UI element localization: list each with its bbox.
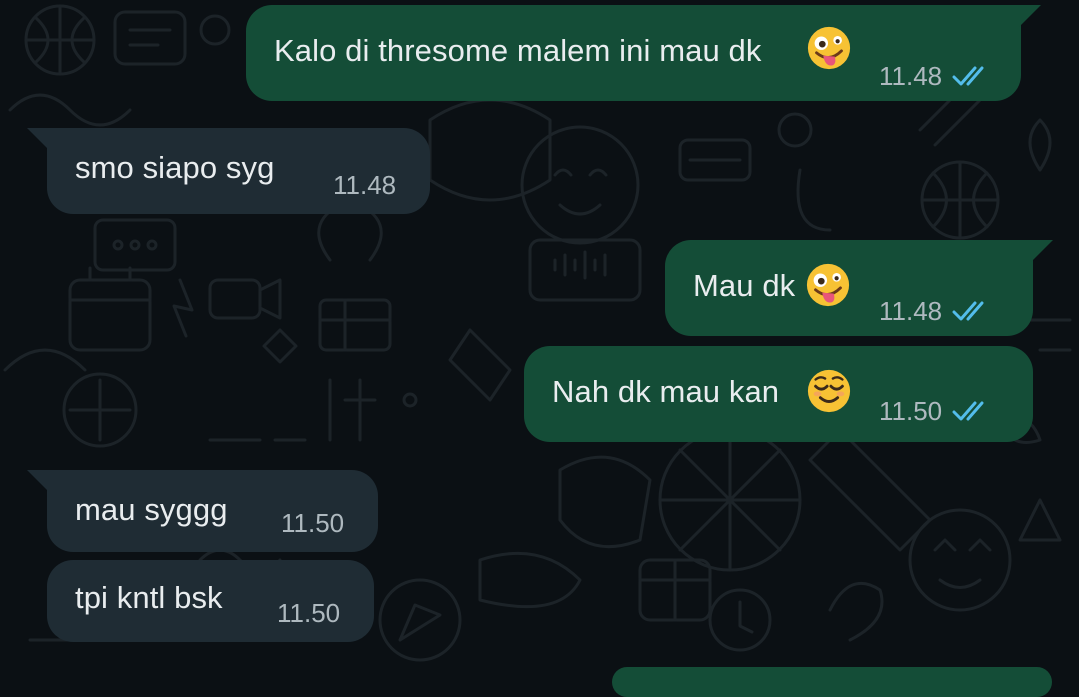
message-list[interactable]: Kalo di thresome malem ini mau dk 11.48 … [0,0,1079,697]
message-text: tpi kntl bsk [75,580,223,615]
message-text: Mau dk [693,268,796,303]
message-text: Kalo di thresome malem ini mau dk [274,33,762,68]
message-meta: 11.50 [879,396,994,426]
read-receipt-double-check-icon [952,66,984,86]
bubble-tail [27,470,49,492]
message-bubble-outgoing[interactable]: Mau dk 11.48 [665,240,1053,336]
message-time: 11.50 [879,396,943,426]
bubble-tail [27,128,49,150]
bubble-tail [1019,5,1041,27]
message-time: 11.48 [333,170,397,200]
message-bubble-incoming[interactable]: smo siapo syg 11.48 [27,128,430,214]
zany-face-emoji-icon [807,26,851,70]
message-meta: 11.48 [879,296,994,326]
bubble-tail [1031,240,1053,262]
read-receipt-double-check-icon [952,301,984,321]
message-text: mau syggg [75,492,228,527]
message-meta: 11.50 [277,598,340,628]
message-text: smo siapo syg [75,150,275,185]
message-bubble-outgoing[interactable]: Kalo di thresome malem ini mau dk 11.48 [246,5,1041,101]
read-receipt-double-check-icon [952,401,984,421]
message-time: 11.48 [879,296,943,326]
message-bubble-outgoing-partial[interactable] [612,667,1052,697]
zany-face-emoji-icon [806,263,850,307]
message-bubble-outgoing[interactable]: Nah dk mau kan 11.50 [524,346,1033,442]
relieved-face-emoji-icon [807,369,851,413]
message-time: 11.50 [281,508,345,538]
message-meta: 11.48 [333,170,396,200]
message-meta: 11.48 [879,61,994,91]
message-meta: 11.50 [281,508,344,538]
message-time: 11.48 [879,61,943,91]
message-bubble-incoming[interactable]: mau syggg 11.50 [27,470,378,552]
message-bubble-incoming[interactable]: tpi kntl bsk 11.50 [47,560,374,642]
message-time: 11.50 [277,598,341,628]
message-text: Nah dk mau kan [552,374,780,409]
